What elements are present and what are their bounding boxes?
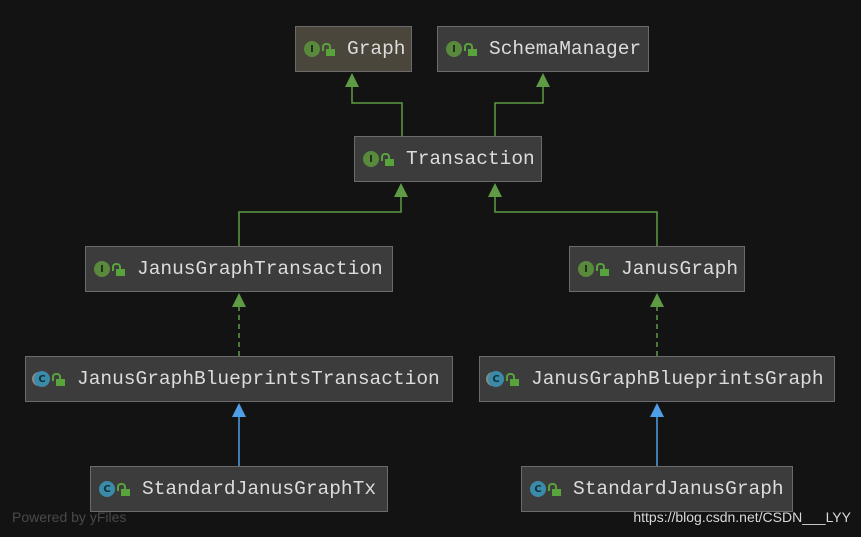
arrowhead — [650, 403, 664, 417]
public-lock-icon — [322, 42, 335, 56]
class-icon: C — [99, 481, 115, 497]
node-label: StandardJanusGraphTx — [142, 478, 377, 500]
node-standardjanusgraph[interactable]: C StandardJanusGraph — [521, 466, 793, 512]
node-janusgraph[interactable]: I JanusGraph — [569, 246, 745, 292]
edge-transaction-graph — [351, 86, 403, 136]
interface-icon: I — [446, 41, 462, 57]
interface-icon: I — [304, 41, 320, 57]
public-lock-icon — [464, 42, 477, 56]
arrowhead — [536, 73, 550, 87]
node-label: JanusGraphTransaction — [137, 258, 383, 280]
node-label: Transaction — [406, 148, 535, 170]
node-graph[interactable]: I Graph — [295, 26, 412, 72]
arrowhead — [394, 183, 408, 197]
interface-icon: I — [363, 151, 379, 167]
interface-icon: I — [94, 261, 110, 277]
public-lock-icon — [381, 152, 394, 166]
node-label: Graph — [347, 38, 406, 60]
edge-transaction-schemamanager — [494, 86, 544, 136]
public-lock-icon — [548, 482, 561, 496]
node-transaction[interactable]: I Transaction — [354, 136, 542, 182]
arrowhead — [650, 293, 664, 307]
node-janusgraphblueprintstransaction[interactable]: C JanusGraphBlueprintsTransaction — [25, 356, 453, 402]
node-janusgraphblueprintsgraph[interactable]: C JanusGraphBlueprintsGraph — [479, 356, 835, 402]
node-janusgraphtransaction[interactable]: I JanusGraphTransaction — [85, 246, 393, 292]
public-lock-icon — [596, 262, 609, 276]
edge-janusgraph-transaction — [494, 196, 658, 246]
node-label: SchemaManager — [489, 38, 642, 60]
arrowhead — [345, 73, 359, 87]
node-label: StandardJanusGraph — [573, 478, 784, 500]
public-lock-icon — [112, 262, 125, 276]
arrowhead — [232, 293, 246, 307]
edge-jgt-transaction — [238, 196, 402, 246]
arrowhead — [488, 183, 502, 197]
public-lock-icon — [506, 372, 519, 386]
public-lock-icon — [117, 482, 130, 496]
public-lock-icon — [52, 372, 65, 386]
watermark: https://blog.csdn.net/CSDN___LYY — [633, 509, 851, 525]
abstract-class-icon: C — [34, 371, 50, 387]
arrowhead — [232, 403, 246, 417]
node-standardjanusgraphtx[interactable]: C StandardJanusGraphTx — [90, 466, 388, 512]
abstract-class-icon: C — [488, 371, 504, 387]
powered-by-label: Powered by yFiles — [12, 509, 127, 525]
interface-icon: I — [578, 261, 594, 277]
node-schemamanager[interactable]: I SchemaManager — [437, 26, 649, 72]
node-label: JanusGraphBlueprintsGraph — [531, 368, 824, 390]
node-label: JanusGraphBlueprintsTransaction — [77, 368, 440, 390]
class-icon: C — [530, 481, 546, 497]
node-label: JanusGraph — [621, 258, 739, 280]
